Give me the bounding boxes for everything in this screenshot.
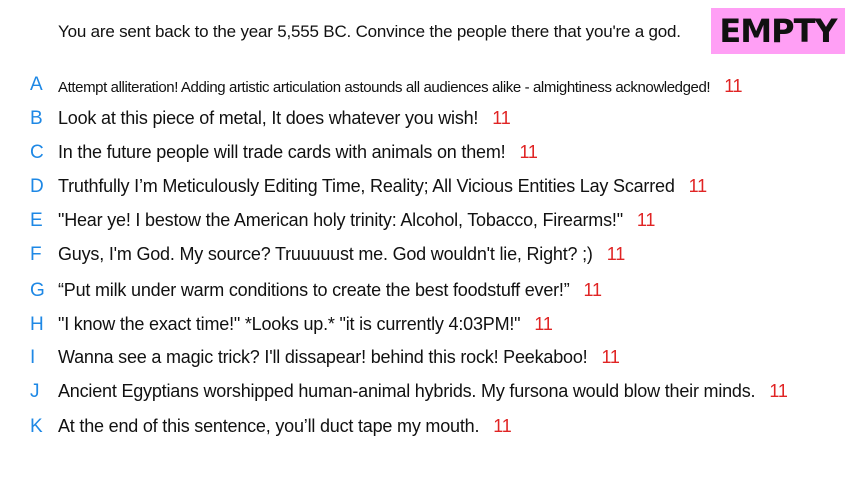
- answer-letter-h: H: [30, 314, 44, 335]
- answer-text: Truthfully I’m Meticulously Editing Time…: [58, 176, 675, 196]
- answer-score: 11: [601, 347, 620, 367]
- answer-text: At the end of this sentence, you’ll duct…: [58, 416, 480, 436]
- answer-row: "Hear ye! I bestow the American holy tri…: [58, 210, 655, 231]
- answer-text: Guys, I'm God. My source? Truuuuust me. …: [58, 244, 593, 264]
- answer-letter-k: K: [30, 416, 43, 437]
- answer-row: Wanna see a magic trick? I'll dissapear!…: [58, 347, 620, 368]
- answer-row: At the end of this sentence, you’ll duct…: [58, 416, 512, 437]
- answer-letter-i: I: [30, 347, 36, 368]
- answer-score: 11: [519, 142, 538, 162]
- answer-text: In the future people will trade cards wi…: [58, 142, 506, 162]
- answer-row: Attempt alliteration! Adding artistic ar…: [58, 76, 742, 97]
- answer-score: 11: [688, 176, 708, 196]
- answer-text: “Put milk under warm conditions to creat…: [58, 280, 570, 300]
- answer-letter-b: B: [30, 108, 43, 129]
- answer-text: Look at this piece of metal, It does wha…: [58, 108, 479, 128]
- answer-score: 11: [583, 280, 603, 300]
- answer-score: 11: [606, 244, 626, 264]
- answer-list: A Attempt alliteration! Adding artistic a…: [0, 0, 853, 480]
- answer-row: Truthfully I’m Meticulously Editing Time…: [58, 176, 707, 197]
- answer-score: 11: [636, 210, 656, 230]
- answer-score: 11: [724, 76, 743, 96]
- answer-letter-e: E: [30, 210, 43, 231]
- answer-text: "Hear ye! I bestow the American holy tri…: [58, 210, 623, 230]
- answer-score: 11: [493, 416, 512, 436]
- answer-letter-f: F: [30, 244, 42, 265]
- answer-letter-a: A: [30, 74, 43, 95]
- answer-letter-c: C: [30, 142, 44, 163]
- answer-score: 11: [492, 108, 511, 128]
- answer-row: In the future people will trade cards wi…: [58, 142, 538, 163]
- answer-row: Ancient Egyptians worshipped human-anima…: [58, 381, 788, 402]
- answer-text: Attempt alliteration! Adding artistic ar…: [58, 79, 711, 96]
- answer-text: "I know the exact time!" *Looks up.* "it…: [58, 314, 521, 334]
- answer-score: 11: [769, 381, 788, 401]
- answer-row: Look at this piece of metal, It does wha…: [58, 108, 511, 129]
- answer-row: “Put milk under warm conditions to creat…: [58, 280, 602, 301]
- answer-row: Guys, I'm God. My source? Truuuuust me. …: [58, 244, 625, 265]
- answer-score: 11: [534, 314, 553, 334]
- answer-text: Wanna see a magic trick? I'll dissapear!…: [58, 347, 588, 367]
- answer-letter-d: D: [30, 176, 44, 197]
- answer-text: Ancient Egyptians worshipped human-anima…: [58, 381, 756, 401]
- answer-letter-j: J: [30, 381, 40, 402]
- answer-row: "I know the exact time!" *Looks up.* "it…: [58, 314, 553, 335]
- answer-letter-g: G: [30, 280, 45, 301]
